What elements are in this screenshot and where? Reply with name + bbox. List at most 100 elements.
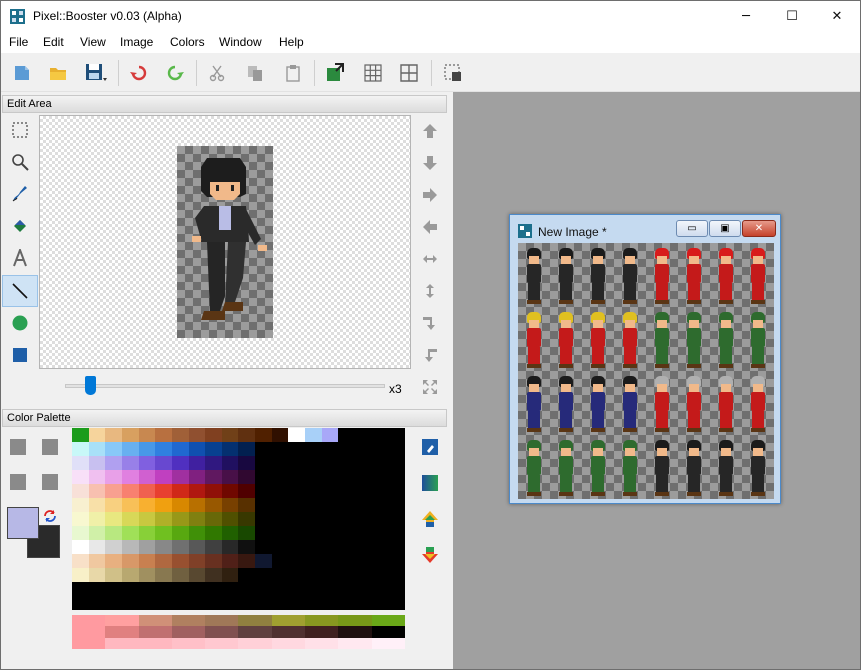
- image-window[interactable]: New Image * ▭ ▣ ✕: [509, 214, 781, 504]
- palette-swatch[interactable]: [271, 526, 289, 540]
- arrow-left-icon[interactable]: [418, 215, 442, 239]
- palette-swatch[interactable]: [205, 582, 222, 596]
- palette-swatch[interactable]: [188, 498, 206, 512]
- palette-swatch[interactable]: [305, 626, 339, 638]
- palette-swatch[interactable]: [255, 596, 272, 610]
- swap-colors-icon[interactable]: [41, 508, 59, 524]
- palette-swatch[interactable]: [371, 637, 405, 649]
- palette-swatch[interactable]: [205, 568, 222, 582]
- palette-swatch[interactable]: [271, 626, 306, 638]
- palette-button[interactable]: [42, 474, 58, 490]
- palette-swatch[interactable]: [121, 554, 139, 568]
- palette-swatch[interactable]: [171, 442, 189, 456]
- palette-swatch[interactable]: [171, 540, 189, 554]
- palette-swatch[interactable]: [388, 540, 405, 554]
- palette-swatch[interactable]: [371, 582, 389, 596]
- palette-swatch[interactable]: [288, 428, 306, 442]
- palette-swatch[interactable]: [72, 554, 89, 568]
- palette-swatch[interactable]: [305, 540, 322, 554]
- palette-swatch[interactable]: [305, 442, 322, 456]
- palette-swatch[interactable]: [105, 615, 139, 627]
- palette-swatch[interactable]: [171, 626, 206, 638]
- palette-swatch[interactable]: [271, 540, 289, 554]
- palette-swatch[interactable]: [388, 442, 405, 456]
- palette-swatch[interactable]: [121, 484, 139, 498]
- palette-swatch[interactable]: [238, 484, 256, 498]
- palette-swatch[interactable]: [355, 498, 372, 512]
- palette-swatch[interactable]: [288, 526, 306, 540]
- palette-swatch[interactable]: [238, 540, 256, 554]
- palette-swatch[interactable]: [72, 470, 89, 484]
- palette-swatch[interactable]: [105, 512, 122, 526]
- palette-swatch[interactable]: [205, 484, 222, 498]
- menu-file[interactable]: File: [9, 35, 28, 49]
- palette-swatch[interactable]: [188, 540, 206, 554]
- palette-swatch[interactable]: [138, 470, 156, 484]
- palette-swatch[interactable]: [371, 626, 405, 638]
- palette-swatch[interactable]: [171, 456, 189, 470]
- palette-swatch[interactable]: [105, 554, 122, 568]
- palette-swatch[interactable]: [105, 582, 122, 596]
- palette-swatch[interactable]: [288, 596, 306, 610]
- palette-swatch[interactable]: [72, 428, 89, 442]
- palette-swatch[interactable]: [321, 456, 339, 470]
- palette-swatch[interactable]: [105, 498, 122, 512]
- palette-swatch[interactable]: [338, 526, 356, 540]
- palette-swatch[interactable]: [271, 484, 289, 498]
- text-icon[interactable]: [2, 243, 38, 273]
- arrow-right-icon[interactable]: [418, 183, 442, 207]
- palette-swatch[interactable]: [271, 470, 289, 484]
- palette-swatch[interactable]: [205, 596, 222, 610]
- brighten-icon[interactable]: [419, 508, 441, 530]
- palette-swatch[interactable]: [371, 470, 389, 484]
- palette-swatch[interactable]: [138, 512, 156, 526]
- palette-swatch[interactable]: [288, 540, 306, 554]
- palette-swatch[interactable]: [321, 498, 339, 512]
- palette-swatch[interactable]: [338, 582, 356, 596]
- palette-swatch[interactable]: [221, 568, 239, 582]
- palette-swatch[interactable]: [338, 615, 372, 627]
- palette-swatch[interactable]: [305, 596, 322, 610]
- palette-swatch[interactable]: [388, 512, 405, 526]
- palette-swatch[interactable]: [188, 526, 206, 540]
- palette-swatch[interactable]: [238, 582, 256, 596]
- palette-swatch[interactable]: [321, 582, 339, 596]
- palette-swatch[interactable]: [155, 498, 172, 512]
- ellipse-icon[interactable]: [2, 308, 38, 338]
- palette-swatch[interactable]: [138, 626, 172, 638]
- palette-swatch[interactable]: [338, 568, 356, 582]
- palette-swatch[interactable]: [138, 484, 156, 498]
- arrow-down-icon[interactable]: [418, 151, 442, 175]
- palette-swatch[interactable]: [121, 526, 139, 540]
- palette-swatch[interactable]: [121, 456, 139, 470]
- palette-swatch[interactable]: [338, 554, 356, 568]
- gradient-icon[interactable]: [419, 472, 441, 494]
- palette-swatch[interactable]: [271, 582, 289, 596]
- palette-swatch[interactable]: [288, 498, 306, 512]
- palette-swatch[interactable]: [321, 540, 339, 554]
- paste-icon[interactable]: [281, 61, 305, 85]
- palette-swatch[interactable]: [271, 637, 306, 649]
- palette-swatch[interactable]: [238, 512, 256, 526]
- arrow-up-icon[interactable]: [418, 119, 442, 143]
- palette-swatch[interactable]: [305, 456, 322, 470]
- palette-swatch[interactable]: [105, 442, 122, 456]
- palette-swatch[interactable]: [105, 637, 139, 649]
- palette-swatch[interactable]: [271, 554, 289, 568]
- palette-swatch[interactable]: [171, 582, 189, 596]
- palette-swatch[interactable]: [288, 456, 306, 470]
- palette-swatch[interactable]: [72, 498, 89, 512]
- palette-swatch[interactable]: [238, 615, 272, 627]
- palette-grid[interactable]: [72, 428, 405, 610]
- palette-swatch[interactable]: [171, 615, 206, 627]
- palette-swatch[interactable]: [371, 596, 389, 610]
- palette-swatch[interactable]: [205, 442, 222, 456]
- palette-swatch[interactable]: [221, 554, 239, 568]
- maximize-button[interactable]: ☐: [769, 1, 815, 31]
- palette-swatch[interactable]: [188, 596, 206, 610]
- palette-swatch[interactable]: [371, 540, 389, 554]
- palette-swatch[interactable]: [238, 442, 256, 456]
- palette-swatch[interactable]: [88, 568, 106, 582]
- palette-grid-secondary[interactable]: [72, 615, 405, 649]
- palette-swatch[interactable]: [138, 442, 156, 456]
